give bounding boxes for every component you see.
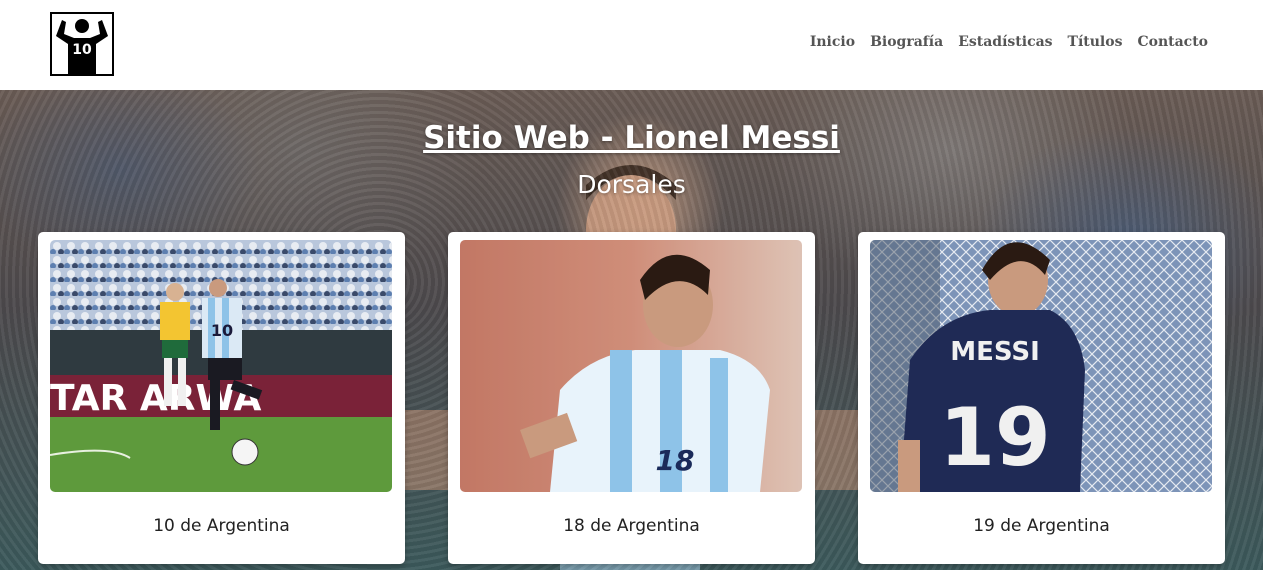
shirt-number: 19 [939,391,1050,484]
card-caption: 10 de Argentina [153,516,290,536]
card-caption: 19 de Argentina [973,516,1110,536]
nav-item-inicio[interactable]: Inicio [810,34,855,50]
player-silhouette-icon: 10 [52,14,112,74]
jersey-card-10[interactable]: TAR ARWA 10 10 de Argentina [38,232,405,564]
stadium-banner-text: TAR ARWA [50,378,262,419]
site-header: 10 Inicio Biografía Estadísticas Títulos… [0,0,1263,90]
nav-item-titulos[interactable]: Títulos [1068,34,1123,50]
page-title: Sitio Web - Lionel Messi [423,120,840,156]
jersey-card-19[interactable]: MESSI 19 19 de Argentina [858,232,1225,564]
nav-item-biografia[interactable]: Biografía [870,34,943,50]
card-photo: 18 [460,240,802,492]
card-photo: TAR ARWA 10 [50,240,392,492]
page-subtitle: Dorsales [577,170,686,199]
nav-item-contacto[interactable]: Contacto [1137,34,1208,50]
shirt-number: 18 [656,444,695,477]
card-photo: MESSI 19 [870,240,1212,492]
logo-number: 10 [72,42,92,58]
main-nav: Inicio Biografía Estadísticas Títulos Co… [810,34,1208,50]
nav-item-estadisticas[interactable]: Estadísticas [958,34,1052,50]
shirt-name: MESSI [950,337,1040,367]
site-logo[interactable]: 10 [50,12,114,76]
card-caption: 18 de Argentina [563,516,700,536]
shirt-number: 10 [211,321,233,340]
jersey-card-18[interactable]: 18 18 de Argentina [448,232,815,564]
